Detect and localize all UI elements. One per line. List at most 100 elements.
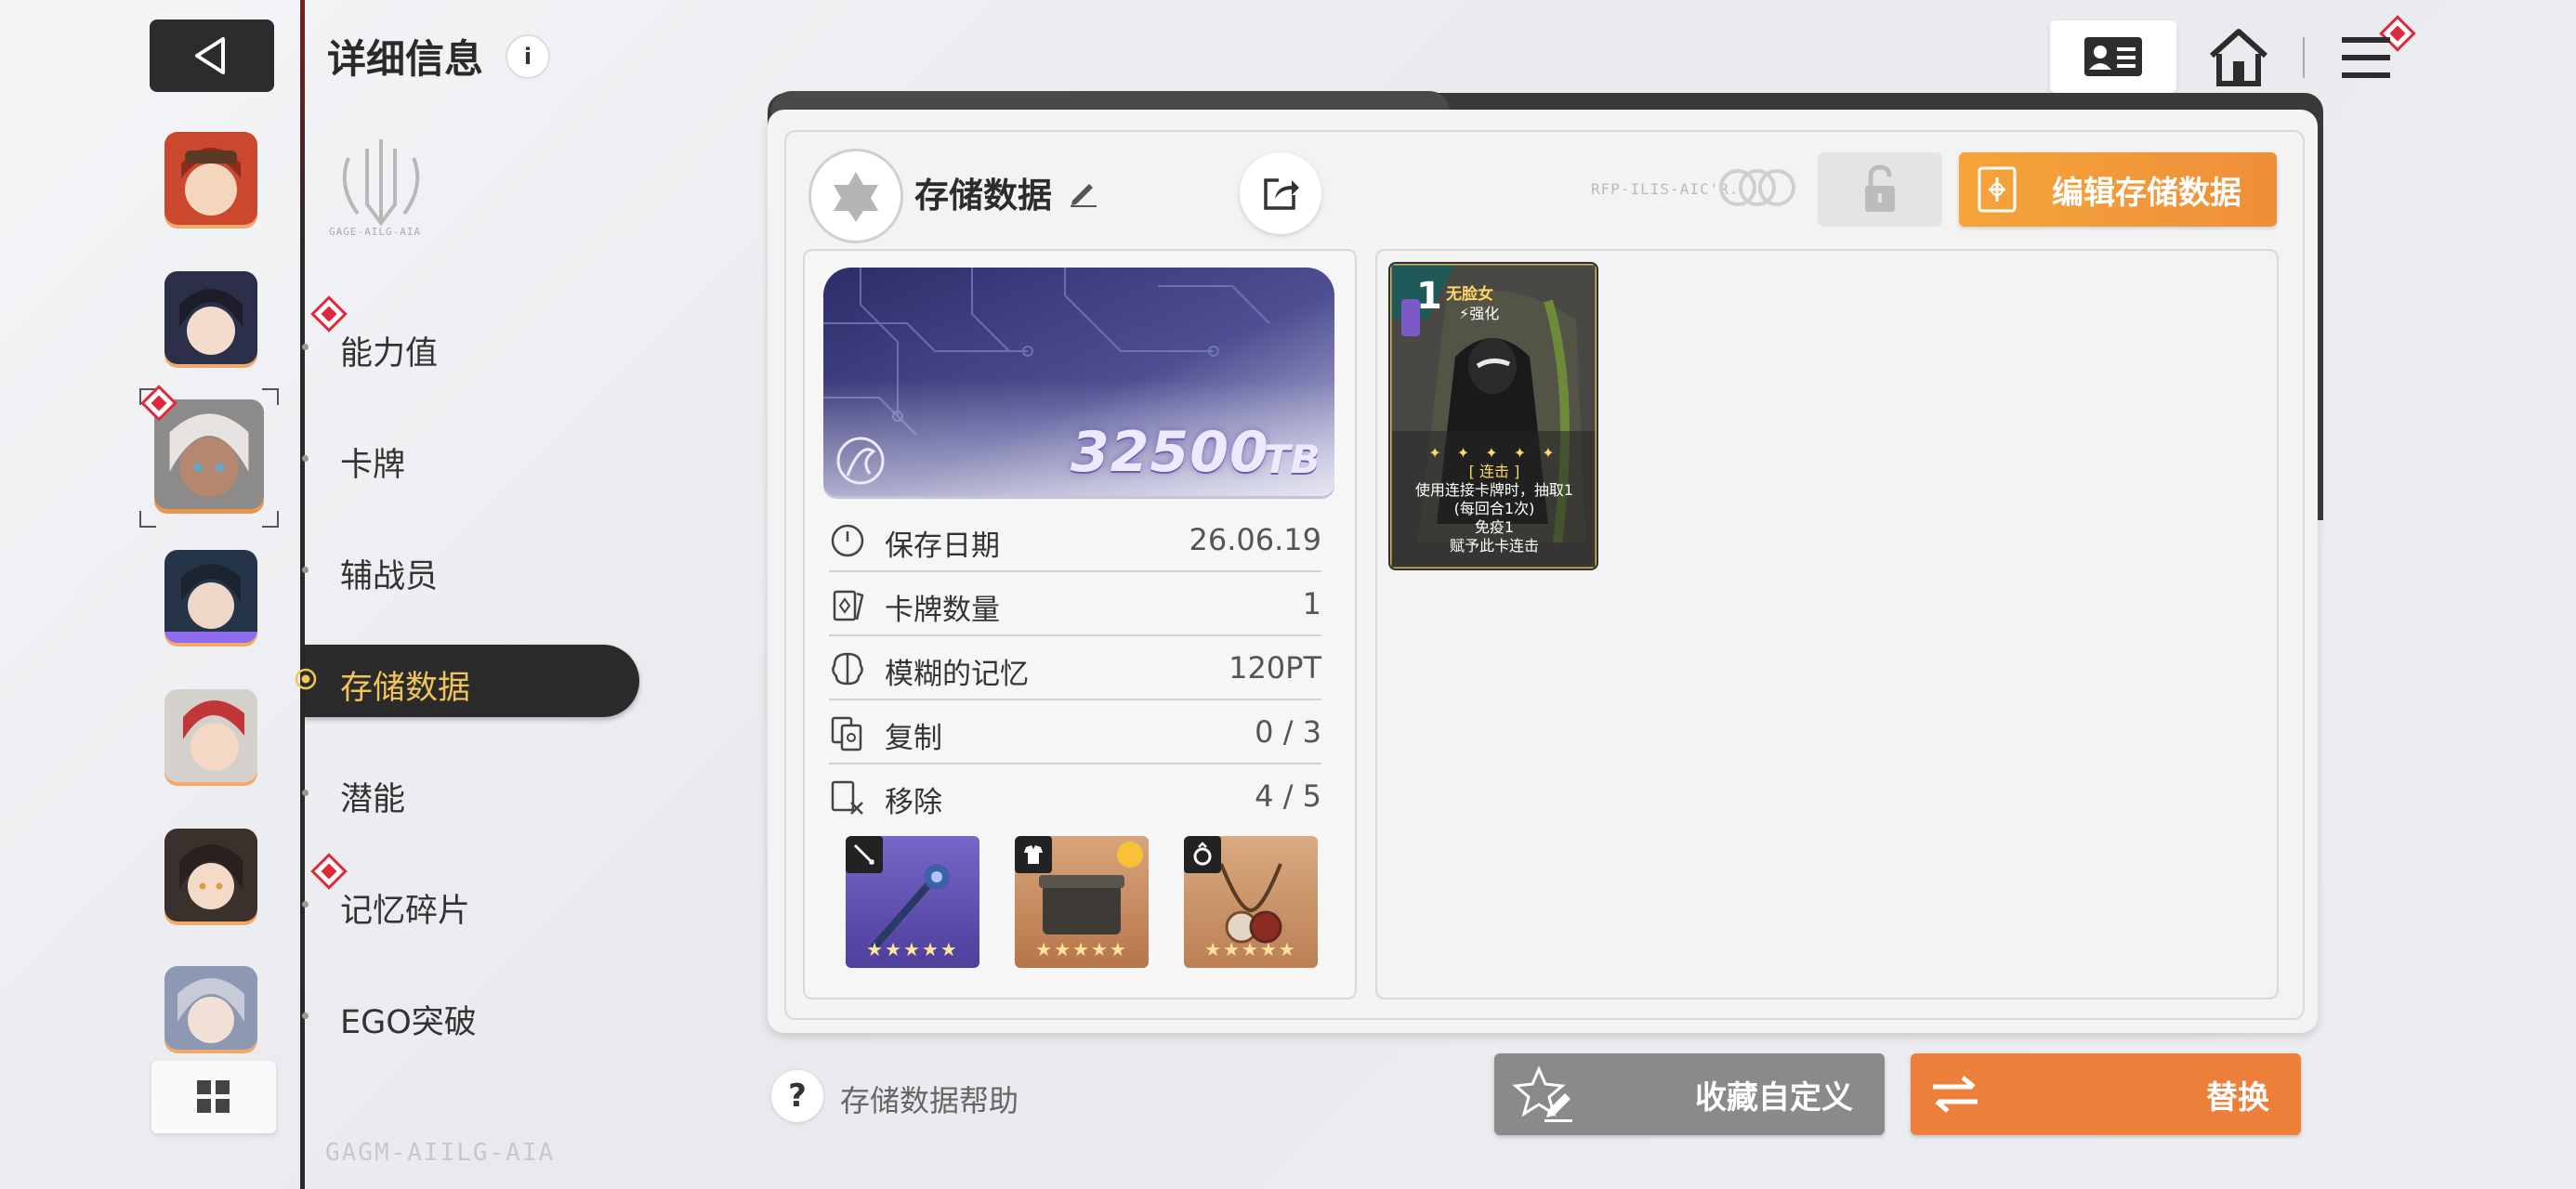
- avatar-image: [164, 829, 257, 921]
- storage-emblem-icon: [836, 437, 885, 485]
- storage-capacity-value: 32500: [1071, 420, 1269, 485]
- back-arrow-icon: [195, 37, 225, 74]
- divider-line-top: [300, 0, 305, 242]
- logo-caption: GAGE-AILG-AIA: [329, 226, 422, 238]
- avatar-image: [164, 689, 257, 782]
- card-line: 免疫1: [1474, 518, 1515, 536]
- share-icon: [1264, 178, 1299, 210]
- avatar-image: [154, 399, 264, 509]
- card-line: 使用连接卡牌时，抽取1: [1414, 481, 1574, 499]
- nav-item-memory-fragments[interactable]: 记忆碎片: [340, 884, 470, 932]
- stat-label: 模糊的记忆: [885, 658, 1029, 691]
- storage-capacity-unit: TB: [1264, 437, 1321, 482]
- equipment-stars: ★★★★★: [866, 938, 959, 960]
- character-avatar-4[interactable]: [164, 550, 257, 643]
- edit-storage-label: 编辑存储数据: [2052, 174, 2241, 212]
- pencil-icon[interactable]: [1067, 175, 1100, 208]
- stat-row-fuzzy-memory: 模糊的记忆 120PT: [829, 635, 1321, 700]
- card-tag: ⚡强化: [1459, 305, 1500, 322]
- nav-dot: [302, 790, 309, 796]
- unlock-icon: [1865, 164, 1895, 212]
- character-avatar-1[interactable]: [164, 132, 257, 225]
- stat-value: 4 / 5: [1255, 778, 1321, 814]
- character-avatar-5[interactable]: [164, 689, 257, 782]
- ring-icon: [1184, 836, 1221, 873]
- nav-dot: [302, 567, 309, 573]
- page-title: 详细信息: [327, 36, 484, 82]
- storage-emblem: [808, 149, 903, 243]
- equipment-stars: ★★★★★: [1035, 938, 1128, 960]
- stat-value: 120PT: [1229, 650, 1321, 686]
- decorative-caption: GAGM-AIILG-AIA: [325, 1139, 556, 1167]
- stat-row-copy: 复制 0 / 3: [829, 699, 1321, 764]
- stat-label: 保存日期: [885, 529, 1000, 563]
- nav-item-storage-label: 存储数据: [340, 670, 471, 707]
- stat-value: 1: [1302, 586, 1321, 621]
- profile-card-button[interactable]: [2050, 20, 2176, 93]
- grid-view-button[interactable]: [151, 1061, 276, 1133]
- edit-card-icon: [1978, 166, 2017, 213]
- panel-title: 存储数据: [914, 176, 1052, 216]
- nav-item-ego-breakthrough[interactable]: EGO突破: [340, 996, 477, 1043]
- stat-row-save-date: 保存日期 26.06.19: [829, 507, 1321, 572]
- stat-value: 0 / 3: [1255, 714, 1321, 750]
- star-edit-icon: [1512, 1065, 1572, 1122]
- home-icon[interactable]: [2206, 24, 2271, 89]
- nav-dot: [302, 455, 309, 462]
- swap-icon: [1933, 1076, 1978, 1113]
- character-avatar-selected[interactable]: [154, 399, 264, 509]
- collect-custom-button[interactable]: 收藏自定义: [1494, 1053, 1885, 1135]
- avatar-image: [164, 271, 257, 364]
- stat-row-card-count: 卡牌数量 1: [829, 571, 1321, 636]
- clock-icon: [831, 524, 864, 557]
- card-cost: 1: [1416, 275, 1442, 318]
- brain-icon: [832, 652, 863, 686]
- stat-label: 移除: [885, 786, 942, 819]
- grid-icon: [197, 1080, 230, 1113]
- replace-button[interactable]: 替换: [1911, 1053, 2301, 1135]
- equipment-slot-weapon[interactable]: ★★★★★: [846, 836, 979, 968]
- rings-icon: [1719, 169, 1795, 206]
- remove-card-icon: [831, 780, 863, 815]
- card-line: (每回合1次): [1453, 500, 1535, 517]
- stat-row-remove: 移除 4 / 5: [829, 764, 1321, 827]
- equipment-slot-armor[interactable]: ★★★★★: [1015, 836, 1149, 968]
- card-icon: [833, 590, 864, 621]
- nav-item-potential[interactable]: 潜能: [340, 773, 405, 820]
- id-card-icon: [2084, 37, 2142, 76]
- equipment-stars: ★★★★★: [1204, 938, 1297, 960]
- card-keyword: [ 连击 ]: [1468, 463, 1520, 480]
- nav-item-cards[interactable]: 卡牌: [340, 438, 405, 486]
- nav-item-support[interactable]: 辅战员: [340, 550, 438, 597]
- avatar-image: [164, 550, 257, 643]
- equipment-slot-accessory[interactable]: ★★★★★: [1184, 836, 1318, 968]
- nav-dot: [302, 344, 309, 350]
- copy-icon: [831, 716, 862, 751]
- info-icon[interactable]: i: [506, 34, 550, 79]
- armor-icon: [1015, 836, 1052, 873]
- help-link[interactable]: 存储数据帮助: [840, 1078, 1019, 1120]
- stat-value: 26.06.19: [1189, 522, 1322, 557]
- avatar-image: [164, 132, 257, 225]
- back-button[interactable]: [150, 20, 274, 92]
- share-button[interactable]: [1240, 152, 1321, 234]
- character-avatar-7[interactable]: [164, 966, 257, 1050]
- header-separator: [2303, 37, 2305, 78]
- stat-label: 复制: [885, 722, 942, 755]
- menu-icon[interactable]: [2338, 32, 2394, 84]
- help-icon[interactable]: ?: [771, 1070, 823, 1122]
- lock-button[interactable]: [1818, 152, 1942, 227]
- card-description: ✦ ✦ ✦ ✦ ✦ [ 连击 ] 使用连接卡牌时，抽取1 (每回合1次) 免疫1…: [1405, 444, 1584, 555]
- active-indicator-icon: [295, 668, 317, 690]
- character-avatar-2[interactable]: [164, 271, 257, 364]
- replace-label: 替换: [2206, 1078, 2269, 1117]
- sword-icon: [846, 836, 883, 873]
- nav-item-stats[interactable]: 能力值: [340, 327, 438, 374]
- card-line: 赋予此卡连击: [1449, 537, 1539, 555]
- avatar-image: [164, 966, 257, 1050]
- edit-storage-button[interactable]: 编辑存储数据: [1959, 152, 2277, 227]
- hexagram-icon: [834, 172, 878, 222]
- nav-dot: [302, 1013, 309, 1019]
- character-avatar-6[interactable]: [164, 829, 257, 921]
- faction-logo-icon: [342, 139, 420, 227]
